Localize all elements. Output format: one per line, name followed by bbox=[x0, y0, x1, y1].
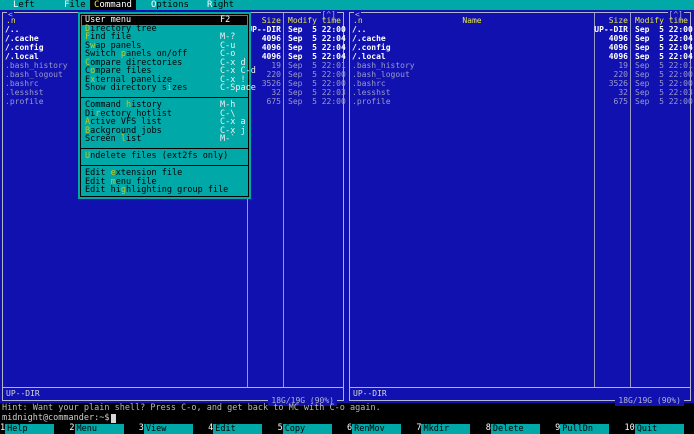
column-header-mtime[interactable]: Modify time bbox=[288, 16, 341, 25]
fkey-5-copy[interactable]: 5 Copy bbox=[278, 423, 347, 434]
fkey-6-renmov[interactable]: 6 RenMov bbox=[347, 423, 416, 434]
fkey-8-delete[interactable]: 8 Delete bbox=[486, 423, 555, 434]
file-row-bash-history[interactable]: .bash_history 19 Sep 5 22:01 bbox=[350, 61, 693, 70]
menu-bar: Left File Command Options Right bbox=[0, 0, 694, 10]
sort-indicator: .n bbox=[353, 16, 363, 25]
menu-file[interactable]: File bbox=[60, 0, 90, 10]
sort-indicator: .n bbox=[6, 16, 16, 25]
shell-prompt: midnight@commander:~$ bbox=[2, 413, 110, 423]
file-row-bashrc[interactable]: .bashrc 3526 Sep 5 22:00 bbox=[350, 79, 693, 88]
menu-command[interactable]: Command bbox=[90, 0, 136, 10]
disk-usage: 18G/19G (90%) bbox=[615, 396, 684, 406]
mini-status-separator bbox=[3, 387, 343, 388]
mini-status-separator bbox=[350, 387, 690, 388]
right-panel: < [^] Name .n Size Modify time /.. UP--DI… bbox=[347, 10, 694, 406]
file-row-profile[interactable]: .profile 675 Sep 5 22:00 bbox=[350, 97, 693, 106]
file-row-lesshst[interactable]: .lesshst 32 Sep 5 22:03 bbox=[350, 88, 693, 97]
hint-line: Hint: Want your plain shell? Press C-o, … bbox=[2, 403, 381, 413]
command-menu-dropdown: User menu F2 Directory tree Find file M-? Swa… bbox=[78, 12, 256, 199]
file-row-config[interactable]: /.config 4096 Sep 5 22:04 bbox=[350, 43, 693, 52]
command-menu-box: User menu F2 Directory tree Find file M-? Swa… bbox=[80, 14, 256, 197]
menu-item-show-directory-sizes[interactable]: Show directory sizes C-Space bbox=[81, 84, 256, 93]
fkey-9-pulldn[interactable]: 9 PullDn bbox=[555, 423, 624, 434]
column-header-size[interactable]: Size bbox=[577, 16, 628, 25]
column-header-name[interactable]: Name bbox=[350, 16, 594, 25]
text-cursor bbox=[111, 414, 117, 423]
fkey-3-view[interactable]: 3 View bbox=[139, 423, 208, 434]
file-list-right: /.. UP--DIR Sep 5 22:00/.cache 4096 Sep 5 22… bbox=[350, 25, 693, 106]
function-key-bar: 1 Help 2 Menu 3 View 4 Edit 5 Copy 6 RenMov 7 Mkdir 8 D… bbox=[0, 423, 694, 434]
fkey-4-edit[interactable]: 4 Edit bbox=[208, 423, 277, 434]
fkey-2-menu[interactable]: 2 Menu bbox=[69, 423, 138, 434]
menu-options[interactable]: Options bbox=[147, 0, 193, 10]
mini-status: UP--DIR bbox=[6, 389, 40, 398]
fkey-10-quit[interactable]: 10 Quit bbox=[625, 423, 694, 434]
midnight-commander-screen: Left FileCommand Options Right < [^] Name .… bbox=[0, 0, 694, 434]
menu-item-edit-highlighting-group-file[interactable]: Edit highlighting group file bbox=[81, 186, 248, 195]
fkey-7-mkdir[interactable]: 7 Mkdir bbox=[416, 423, 485, 434]
menu-item-screen-list[interactable]: Screen list M-` bbox=[81, 135, 248, 144]
menu-right[interactable]: Right bbox=[203, 0, 238, 10]
right-panel-header: Name .n Size Modify time bbox=[350, 16, 690, 25]
file-row-cache[interactable]: /.cache 4096 Sep 5 22:04 bbox=[350, 34, 693, 43]
file-row-bash-logout[interactable]: .bash_logout 220 Sep 5 22:00 bbox=[350, 70, 693, 79]
mini-status: UP--DIR bbox=[353, 389, 387, 398]
fkey-1-help[interactable]: 1 Help bbox=[0, 423, 69, 434]
file-row-local[interactable]: /.local 4096 Sep 5 22:04 bbox=[350, 52, 693, 61]
command-line[interactable]: midnight@commander:~$ bbox=[2, 413, 117, 423]
menu-item-undelete-files-ext2fs-only[interactable]: Undelete files (ext2fs only) bbox=[81, 152, 248, 161]
menu-left[interactable]: Left bbox=[9, 0, 39, 10]
file-row-[interactable]: /.. UP--DIR Sep 5 22:00 bbox=[350, 25, 693, 34]
column-header-mtime[interactable]: Modify time bbox=[635, 16, 688, 25]
